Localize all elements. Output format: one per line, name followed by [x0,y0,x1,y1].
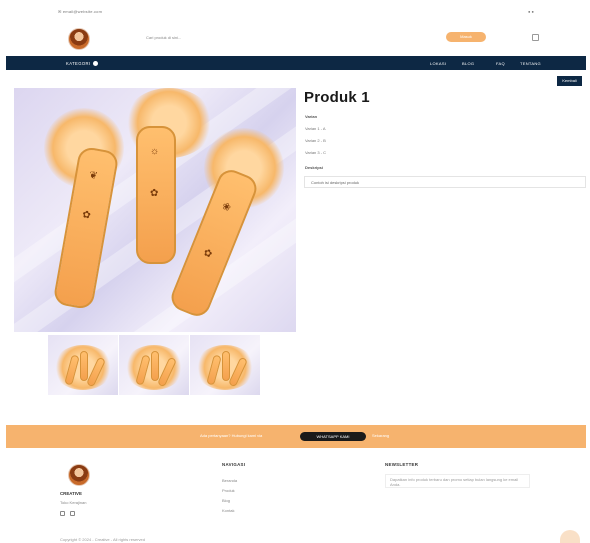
scroll-top-button[interactable] [560,530,580,543]
back-button[interactable]: Kembali [557,76,582,86]
nav-item-lokasi[interactable]: LOKASI [430,61,446,66]
variant-option[interactable]: Varian 2 - B [305,138,326,143]
contact-email[interactable]: ✉ email@website.com [58,9,102,14]
banner-text: Ada pertanyaan? Hubungi kami via [200,433,263,438]
search-input[interactable]: Cari produk di sini... [140,33,260,43]
description-label: Deskripsi [305,165,324,170]
whatsapp-button[interactable]: WHATSAPP KAMI [300,432,366,441]
variant-label: Varian [305,114,318,119]
nav-item-tentang[interactable]: TENTANG [520,61,541,66]
footer-logo[interactable] [68,464,90,486]
variant-option[interactable]: Varian 3 - C [305,150,326,155]
product-image[interactable]: ❦ ✿ ☼ ✿ ❀ ✿ [14,88,296,332]
footer-tagline: Toko Kerajinan [60,500,87,505]
footer-brand: CREATIVE [60,491,82,496]
nav-item-blog[interactable]: BLOG [462,61,474,66]
product-thumbnail[interactable] [119,335,189,395]
category-menu[interactable]: KATEGORI [66,61,98,67]
nav-item-faq[interactable]: FAQ [496,61,505,66]
footer-nav-link[interactable]: Kontak [222,508,234,513]
variant-option[interactable]: Varian 1 - A [305,126,326,131]
product-thumbnail[interactable] [48,335,118,395]
description-box: Contoh isi deskripsi produk [304,176,586,188]
whatsapp-banner [6,425,586,448]
footer-nav-link[interactable]: Produk [222,488,235,493]
top-bar: ✉ email@website.com ● ● [0,0,590,24]
footer-nav-link[interactable]: Blog [222,498,230,503]
footer-newsletter-heading: NEWSLETTER [385,462,419,467]
instagram-icon[interactable] [70,511,75,516]
category-label: KATEGORI [66,61,91,66]
category-toggle-icon [92,61,98,67]
product-title: Produk 1 [304,89,370,106]
cart-icon[interactable] [532,34,539,41]
top-right-icons[interactable]: ● ● [528,9,534,14]
logo[interactable] [68,28,90,50]
facebook-icon[interactable] [60,511,65,516]
product-thumbnail[interactable] [190,335,260,395]
footer-nav-heading: NAVIGASI [222,462,246,467]
copyright: Copyright © 2024 - Creative - All rights… [60,537,145,542]
login-button[interactable]: Masuk [446,32,486,42]
footer-nav-link[interactable]: Beranda [222,478,237,483]
banner-text-right: Sekarang [372,433,390,438]
newsletter-text: Dapatkan info produk terbaru dan promo s… [385,474,530,488]
